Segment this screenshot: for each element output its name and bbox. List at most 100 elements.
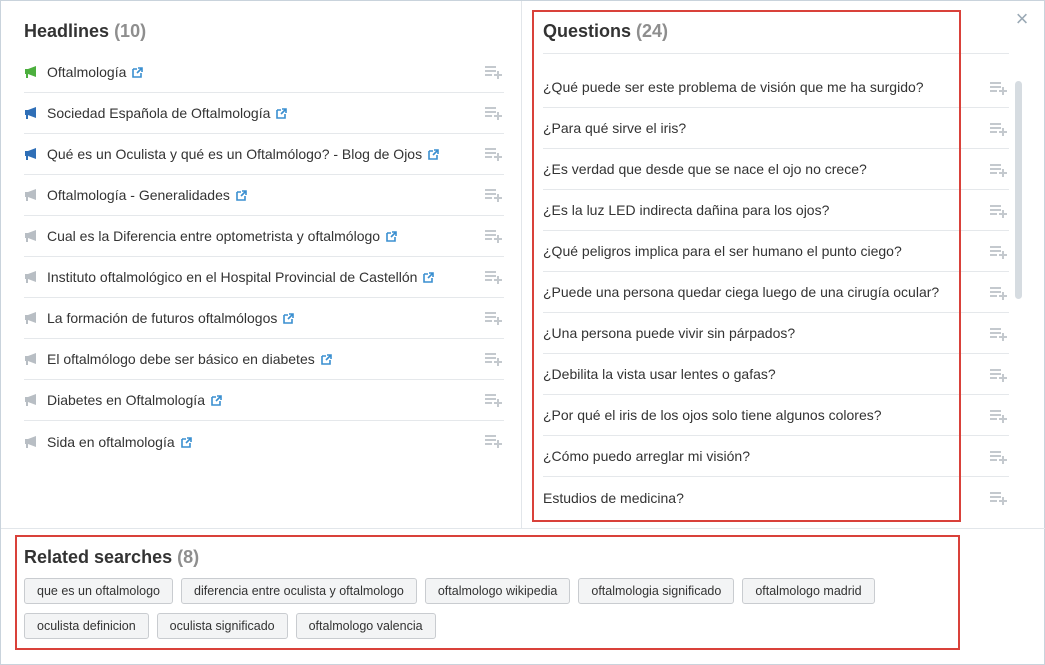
related-search-tag[interactable]: oftalmologo wikipedia — [424, 578, 571, 604]
related-search-tag[interactable]: oftalmologo valencia — [295, 613, 436, 639]
add-to-list-icon[interactable] — [990, 286, 1007, 300]
related-search-tag[interactable]: diferencia entre oculista y oftalmologo — [181, 578, 417, 604]
question-row[interactable]: ¿Cómo puedo arreglar mi visión? — [543, 436, 1009, 477]
question-text: Estudios de medicina? — [543, 489, 684, 506]
question-row[interactable]: ¿Para qué sirve el iris? — [543, 108, 1009, 149]
add-to-list-icon[interactable] — [990, 204, 1007, 218]
headline-link[interactable]: Qué es un Oculista y qué es un Oftalmólo… — [47, 146, 439, 162]
headline-text: Qué es un Oculista y qué es un Oftalmólo… — [47, 146, 423, 162]
questions-top-divider — [543, 53, 1009, 54]
related-title: Related searches (8) — [24, 547, 199, 568]
question-row[interactable]: ¿Puede una persona quedar ciega luego de… — [543, 272, 1009, 313]
questions-panel: Questions (24) ¿Qué puede ser este probl… — [523, 1, 1045, 528]
questions-list[interactable]: ¿Qué puede ser este problema de visión q… — [543, 67, 1009, 523]
headline-row: Oftalmología — [24, 52, 504, 93]
question-text: ¿Es verdad que desde que se nace el ojo … — [543, 161, 867, 177]
headline-text: Sida en oftalmología — [47, 433, 175, 450]
add-to-list-icon[interactable] — [990, 450, 1007, 464]
question-row[interactable]: ¿Es verdad que desde que se nace el ojo … — [543, 149, 1009, 190]
section-divider — [1, 528, 1045, 529]
headline-link[interactable]: Diabetes en Oftalmología — [47, 392, 222, 408]
headlines-title-text: Headlines — [24, 21, 110, 41]
add-to-list-icon[interactable] — [485, 147, 502, 161]
questions-title-text: Questions — [543, 21, 632, 41]
external-link-icon[interactable] — [276, 106, 288, 119]
headline-link[interactable]: El oftalmólogo debe ser básico en diabet… — [47, 351, 332, 367]
question-text: ¿Debilita la vista usar lentes o gafas? — [543, 366, 776, 382]
question-text: ¿Una persona puede vivir sin párpados? — [543, 325, 796, 341]
add-to-list-icon[interactable] — [990, 368, 1007, 382]
related-search-tag[interactable]: oftalmologia significado — [578, 578, 735, 604]
related-tags: que es un oftalmologo diferencia entre oc… — [24, 578, 944, 648]
add-to-list-icon[interactable] — [485, 311, 502, 325]
external-link-icon[interactable] — [386, 229, 397, 242]
related-search-tag[interactable]: que es un oftalmologo — [24, 578, 174, 604]
related-tags-row-1: que es un oftalmologo diferencia entre oc… — [24, 578, 944, 604]
headline-row: Sociedad Española de Oftalmología — [24, 93, 504, 134]
question-text: ¿Para qué sirve el iris? — [543, 120, 687, 136]
headline-text: La formación de futuros oftalmólogos — [47, 310, 278, 326]
add-to-list-icon[interactable] — [485, 106, 502, 120]
add-to-list-icon[interactable] — [990, 409, 1007, 423]
external-link-icon[interactable] — [428, 147, 439, 160]
question-text: ¿Puede una persona quedar ciega luego de… — [543, 284, 940, 300]
external-link-icon[interactable] — [236, 188, 247, 201]
external-link-icon[interactable] — [211, 393, 222, 406]
questions-scrollbar-thumb[interactable] — [1015, 81, 1022, 299]
blue-megaphone-icon — [24, 106, 38, 120]
headline-text: Instituto oftalmológico en el Hospital P… — [47, 269, 418, 285]
headline-row: Diabetes en Oftalmología — [24, 380, 504, 421]
question-row[interactable]: ¿Una persona puede vivir sin párpados? — [543, 313, 1009, 354]
blue-megaphone-icon — [24, 147, 38, 161]
related-search-tag[interactable]: oculista definicion — [24, 613, 149, 639]
headlines-panel: Headlines (10) Oftalmología Sociedad Espa… — [1, 1, 522, 528]
add-to-list-icon[interactable] — [485, 65, 502, 79]
add-to-list-icon[interactable] — [485, 352, 502, 366]
question-row[interactable]: Estudios de medicina? — [543, 477, 1009, 518]
question-text: ¿Cómo puedo arreglar mi visión? — [543, 448, 750, 464]
headline-link[interactable]: La formación de futuros oftalmólogos — [47, 310, 295, 326]
question-text: ¿Qué puede ser este problema de visión q… — [543, 79, 924, 95]
popup-panel: × Headlines (10) Oftalmología Sociedad Es… — [0, 0, 1045, 665]
external-link-icon[interactable] — [423, 270, 435, 283]
related-search-tag[interactable]: oftalmologo madrid — [742, 578, 875, 604]
external-link-icon[interactable] — [283, 311, 295, 324]
add-to-list-icon[interactable] — [485, 229, 502, 243]
add-to-list-icon[interactable] — [990, 327, 1007, 341]
gray-megaphone-icon — [24, 393, 38, 407]
question-row[interactable]: ¿Por qué el iris de los ojos solo tiene … — [543, 395, 1009, 436]
questions-count: (24) — [636, 21, 669, 41]
add-to-list-icon[interactable] — [485, 270, 502, 284]
add-to-list-icon[interactable] — [485, 434, 502, 448]
headlines-count: (10) — [114, 21, 147, 41]
add-to-list-icon[interactable] — [990, 491, 1007, 505]
headline-link[interactable]: Sociedad Española de Oftalmología — [47, 105, 288, 121]
headline-link[interactable]: Instituto oftalmológico en el Hospital P… — [47, 269, 435, 285]
headline-link[interactable]: Sida en oftalmología — [47, 434, 192, 450]
headlines-title: Headlines (10) — [24, 21, 146, 42]
green-megaphone-icon — [24, 65, 38, 79]
headline-link[interactable]: Cual es la Diferencia entre optometrista… — [47, 228, 397, 244]
add-to-list-icon[interactable] — [990, 245, 1007, 259]
add-to-list-icon[interactable] — [485, 188, 502, 202]
gray-megaphone-icon — [24, 270, 38, 284]
headline-row: La formación de futuros oftalmólogos — [24, 298, 504, 339]
headline-link[interactable]: Oftalmología - Generalidades — [47, 187, 247, 203]
question-row[interactable]: ¿Es la luz LED indirecta dañina para los… — [543, 190, 1009, 231]
question-row[interactable]: ¿Qué puede ser este problema de visión q… — [543, 67, 1009, 108]
gray-megaphone-icon — [24, 311, 38, 325]
external-link-icon[interactable] — [132, 65, 144, 78]
related-search-tag[interactable]: oculista significado — [156, 613, 288, 639]
add-to-list-icon[interactable] — [990, 122, 1007, 136]
external-link-icon[interactable] — [320, 352, 332, 365]
external-link-icon[interactable] — [180, 435, 192, 448]
add-to-list-icon[interactable] — [485, 393, 502, 407]
gray-megaphone-icon — [24, 188, 38, 202]
add-to-list-icon[interactable] — [990, 163, 1007, 177]
question-row[interactable]: ¿Debilita la vista usar lentes o gafas? — [543, 354, 1009, 395]
headline-link[interactable]: Oftalmología — [47, 64, 144, 80]
add-to-list-icon[interactable] — [990, 81, 1007, 95]
question-row[interactable]: ¿Qué peligros implica para el ser humano… — [543, 231, 1009, 272]
headline-text: El oftalmólogo debe ser básico en diabet… — [47, 351, 315, 367]
question-text: ¿Es la luz LED indirecta dañina para los… — [543, 202, 830, 218]
